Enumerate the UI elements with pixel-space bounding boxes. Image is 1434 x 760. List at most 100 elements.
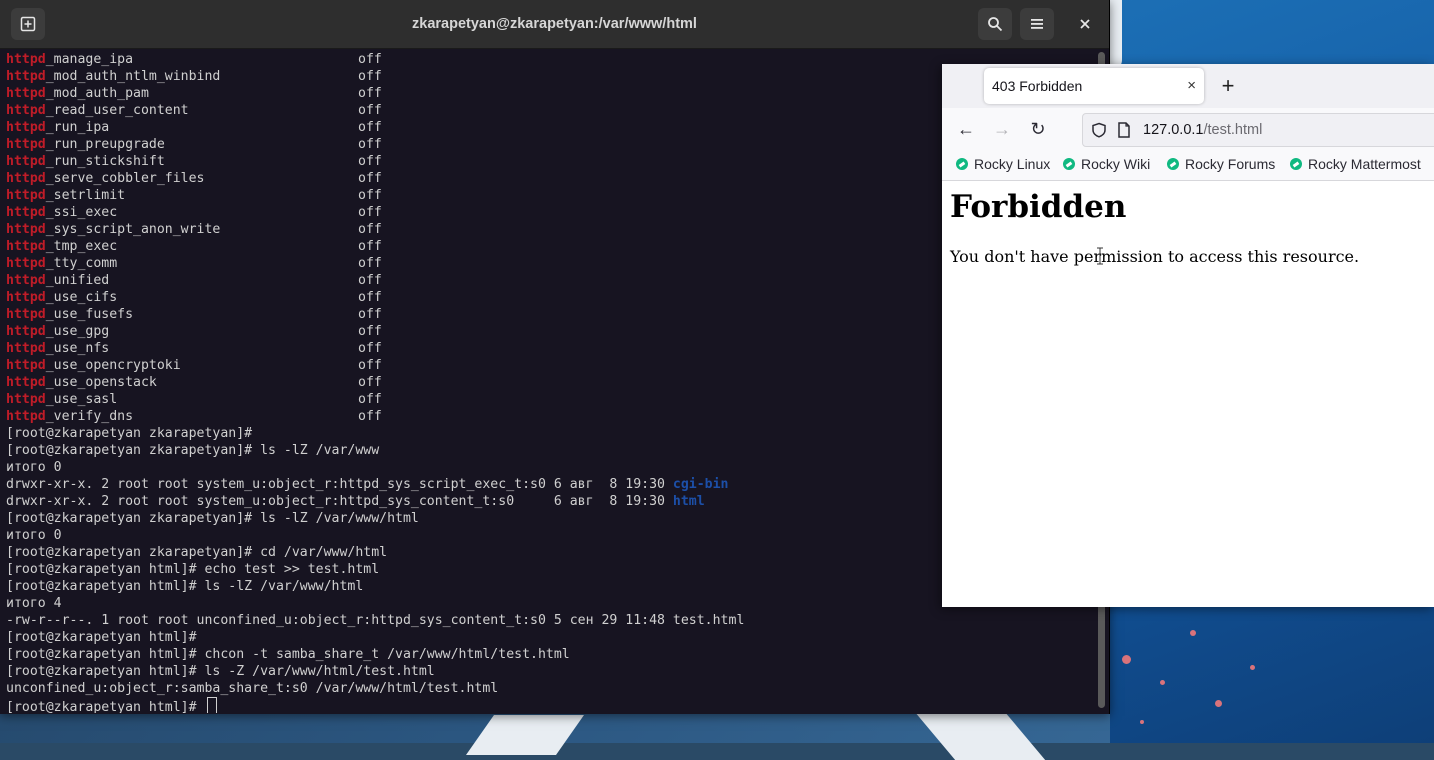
boolean-line: httpd_use_fusefs off [6, 306, 1096, 323]
boolean-state: off [358, 188, 382, 203]
close-button[interactable] [1068, 8, 1102, 40]
terminal-line-text: unconfined_u:object_r:samba_share_t:s0 /… [6, 681, 499, 696]
shield-icon[interactable] [1091, 122, 1107, 138]
boolean-state: off [358, 358, 382, 373]
boolean-suffix: _use_opencryptoki [45, 358, 181, 373]
boolean-name: httpd_use_opencryptoki [6, 357, 358, 374]
new-tab-button[interactable]: + [1216, 73, 1240, 99]
terminal-line: итого 0 [6, 459, 1096, 476]
boolean-state: off [358, 137, 382, 152]
boolean-name: httpd_run_stickshift [6, 153, 358, 170]
prompt-line[interactable]: [root@zkarapetyan html]# [6, 697, 1096, 713]
browser-tab[interactable]: 403 Forbidden × [984, 68, 1204, 104]
terminal-line: итого 0 [6, 527, 1096, 544]
boolean-suffix: _use_gpg [45, 324, 110, 339]
url-path: /test.html [1203, 122, 1263, 138]
terminal-line-text: drwxr-xr-x. 2 root root system_u:object_… [6, 477, 673, 492]
url-text[interactable]: 127.0.0.1/test.html [1143, 114, 1262, 146]
boolean-line: httpd_use_openstack off [6, 374, 1096, 391]
boolean-state: off [358, 205, 382, 220]
terminal-line-text: -rw-r--r--. 1 root root unconfined_u:obj… [6, 613, 745, 628]
boolean-line: httpd_use_cifs off [6, 289, 1096, 306]
back-arrow-icon[interactable]: ← [952, 115, 980, 143]
close-icon [1080, 19, 1090, 29]
boolean-state: off [358, 103, 382, 118]
hamburger-menu-icon [1031, 19, 1043, 29]
boolean-state: off [358, 120, 382, 135]
boolean-state: off [358, 52, 382, 67]
boolean-name: httpd_use_nfs [6, 340, 358, 357]
boolean-state: off [358, 409, 382, 424]
terminal-line-text: [root@zkarapetyan html]# ls -lZ /var/www… [6, 579, 364, 594]
terminal-line-text: [root@zkarapetyan html]# [6, 630, 197, 645]
wallpaper-dot [1250, 665, 1255, 670]
url-bar[interactable]: 127.0.0.1/test.html [1082, 113, 1434, 147]
highlight-match: httpd [6, 341, 46, 356]
terminal-line-text: итого 4 [6, 596, 62, 611]
boolean-name: httpd_sys_script_anon_write [6, 221, 358, 238]
terminal-line-text: итого 0 [6, 528, 62, 543]
boolean-suffix: _serve_cobbler_files [45, 171, 205, 186]
terminal-line-text: [root@zkarapetyan html]# ls -Z /var/www/… [6, 664, 435, 679]
terminal-line: [root@zkarapetyan zkarapetyan]# [6, 425, 1096, 442]
boolean-suffix: _setrlimit [45, 188, 126, 203]
boolean-state: off [358, 273, 382, 288]
boolean-suffix: _use_cifs [45, 290, 118, 305]
boolean-line: httpd_ssi_exec off [6, 204, 1096, 221]
terminal-line-text: итого 0 [6, 460, 62, 475]
boolean-name: httpd_mod_auth_pam [6, 85, 358, 102]
terminal-line-text: [root@zkarapetyan html]# echo test >> te… [6, 562, 380, 577]
wallpaper-dot [1160, 680, 1165, 685]
terminal-line-text: [root@zkarapetyan zkarapetyan]# ls -lZ /… [6, 443, 380, 458]
search-button[interactable] [978, 8, 1012, 40]
terminal-line: [root@zkarapetyan zkarapetyan]# cd /var/… [6, 544, 1096, 561]
reload-icon[interactable]: ↻ [1024, 115, 1052, 143]
boolean-line: httpd_mod_auth_pam off [6, 85, 1096, 102]
boolean-suffix: _use_openstack [45, 375, 157, 390]
bookmark-rocky-wiki[interactable]: Rocky Wiki [1063, 150, 1150, 178]
boolean-line: httpd_run_preupgrade off [6, 136, 1096, 153]
terminal-header-bar: zkarapetyan@zkarapetyan:/var/www/html [0, 0, 1109, 49]
boolean-line: httpd_read_user_content off [6, 102, 1096, 119]
boolean-name: httpd_run_preupgrade [6, 136, 358, 153]
highlight-match: httpd [6, 273, 46, 288]
boolean-state: off [358, 375, 382, 390]
bookmark-rocky-forums[interactable]: Rocky Forums [1167, 150, 1275, 178]
boolean-name: httpd_mod_auth_ntlm_winbind [6, 68, 358, 85]
boolean-state: off [358, 256, 382, 271]
wallpaper-dot [1215, 700, 1222, 707]
highlight-match: httpd [6, 307, 46, 322]
boolean-state: off [358, 171, 382, 186]
terminal-line: [root@zkarapetyan html]# [6, 629, 1096, 646]
highlight-match: httpd [6, 239, 46, 254]
forward-arrow-icon[interactable]: → [988, 115, 1016, 143]
bookmark-rocky-mattermost[interactable]: Rocky Mattermost [1290, 150, 1421, 178]
boolean-state: off [358, 239, 382, 254]
highlight-match: httpd [6, 222, 46, 237]
boolean-name: httpd_use_sasl [6, 391, 358, 408]
terminal-line: [root@zkarapetyan html]# echo test >> te… [6, 561, 1096, 578]
boolean-line: httpd_use_opencryptoki off [6, 357, 1096, 374]
browser-window[interactable]: 403 Forbidden × + ← → ↻ 127.0.0.1/test.h… [942, 64, 1434, 607]
terminal-line: [root@zkarapetyan html]# ls -Z /var/www/… [6, 663, 1096, 680]
boolean-name: httpd_serve_cobbler_files [6, 170, 358, 187]
boolean-name: httpd_unified [6, 272, 358, 289]
boolean-state: off [358, 69, 382, 84]
browser-nav-bar: ← → ↻ 127.0.0.1/test.html [942, 108, 1434, 150]
boolean-name: httpd_use_fusefs [6, 306, 358, 323]
boolean-suffix: _read_user_content [45, 103, 189, 118]
boolean-name: httpd_tty_comm [6, 255, 358, 272]
bookmark-rocky-linux[interactable]: Rocky Linux [956, 150, 1050, 178]
boolean-name: httpd_ssi_exec [6, 204, 358, 221]
boolean-suffix: _use_nfs [45, 341, 110, 356]
terminal-line: -rw-r--r--. 1 root root unconfined_u:obj… [6, 612, 1096, 629]
tab-close-icon[interactable]: × [1187, 68, 1196, 104]
boolean-name: httpd_verify_dns [6, 408, 358, 425]
highlight-match: httpd [6, 120, 46, 135]
highlight-match: httpd [6, 154, 46, 169]
terminal-output[interactable]: httpd_manage_ipa off httpd_mod_auth_ntlm_w… [6, 51, 1096, 713]
highlight-match: httpd [6, 256, 46, 271]
boolean-line: httpd_tty_comm off [6, 255, 1096, 272]
menu-button[interactable] [1020, 8, 1054, 40]
boolean-name: httpd_run_ipa [6, 119, 358, 136]
